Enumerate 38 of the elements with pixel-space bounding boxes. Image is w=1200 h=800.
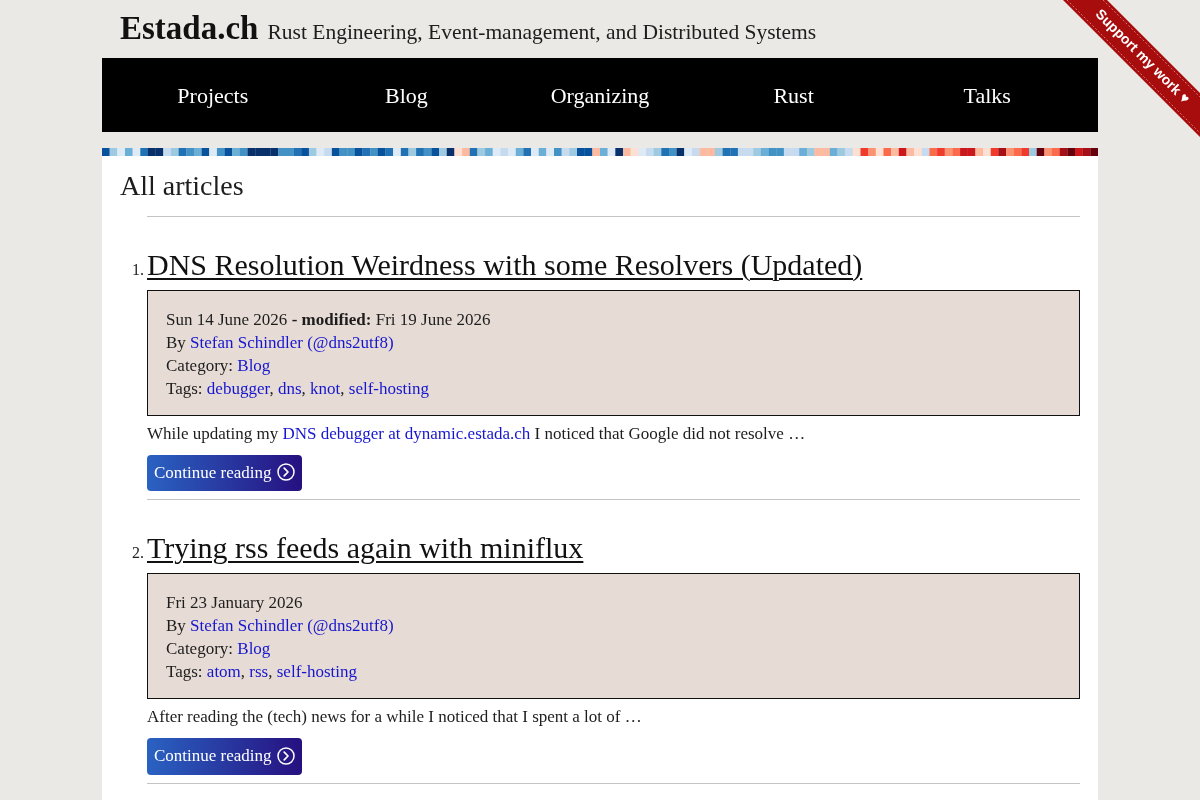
summary-link[interactable]: DNS debugger at dynamic.estada.ch — [282, 423, 531, 443]
chevron-circle-icon — [276, 463, 295, 482]
site-tagline: Rust Engineering, Event-management, and Distributed Systems — [267, 19, 817, 46]
category-line: Category: Blog — [166, 354, 272, 377]
tag-link[interactable]: rss — [249, 662, 269, 682]
tag-link[interactable]: self-hosting — [348, 378, 430, 398]
nav-link[interactable]: Rust — [773, 78, 814, 112]
article-title-link[interactable]: Trying rss feeds again with miniflux — [147, 530, 584, 567]
nav-link[interactable]: Blog — [385, 78, 428, 112]
author-line: By Stefan Schindler (@dns2utf8) — [166, 615, 395, 638]
list-number: 1. — [131, 259, 145, 280]
tag-link[interactable]: atom — [206, 662, 241, 682]
page-heading: All articles — [120, 169, 245, 203]
site-title[interactable]: Estada.ch — [120, 9, 259, 49]
post-date: Fri 23 January 2026 — [166, 592, 304, 615]
continue-reading-button[interactable]: Continue reading — [147, 454, 302, 492]
post-summary: After reading the (tech) news for a while I noticed that I spent a lot of … — [147, 706, 643, 729]
tag-link[interactable]: self-hosting — [276, 662, 358, 682]
author-line: By Stefan Schindler (@dns2utf8) — [166, 331, 395, 354]
list-number: 2. — [131, 543, 145, 564]
nav-link[interactable]: Talks — [963, 78, 1011, 112]
category-link[interactable]: Blog — [237, 355, 271, 375]
nav-link[interactable]: Projects — [177, 78, 249, 112]
author-link[interactable]: Stefan Schindler (@dns2utf8) — [190, 616, 394, 636]
tag-link[interactable]: knot — [310, 378, 341, 398]
tags-line: Tags: atom, rss, self-hosting — [166, 661, 359, 684]
continue-reading-button[interactable]: Continue reading — [147, 738, 302, 775]
chevron-circle-icon — [276, 746, 295, 765]
post-date: Sun 14 June 2026 - modified: Fri 19 June 2026 — [166, 308, 492, 331]
category-link[interactable]: Blog — [237, 639, 271, 659]
nav-link[interactable]: Organizing — [550, 78, 650, 112]
tags-line: Tags: debugger, dns, knot, self-hosting — [166, 377, 431, 400]
author-link[interactable]: Stefan Schindler (@dns2utf8) — [190, 332, 394, 352]
article-title-link[interactable]: DNS Resolution Weirdness with some Resolvers (Updated) — [147, 246, 863, 283]
post-summary: While updating my DNS debugger at dynamic.estada.ch I noticed that Google did not resolve … — [147, 422, 807, 445]
category-line: Category: Blog — [166, 638, 272, 661]
tag-link[interactable]: dns — [277, 378, 302, 398]
tag-link[interactable]: debugger — [206, 378, 270, 398]
